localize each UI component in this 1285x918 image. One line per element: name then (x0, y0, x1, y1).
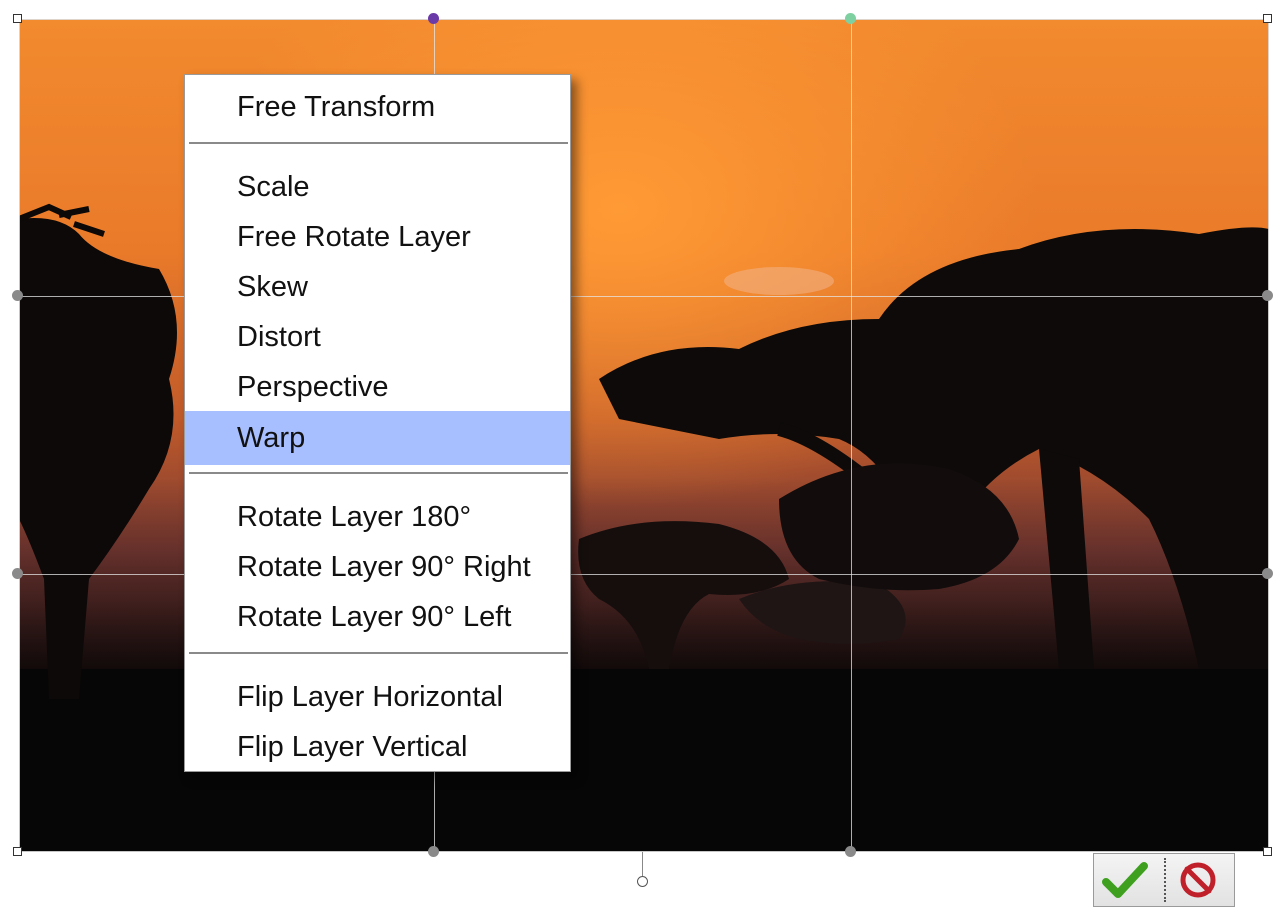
corner-handle-bottom-right[interactable] (1263, 847, 1272, 856)
menu-item-skew[interactable]: Skew (185, 262, 570, 312)
grid-line (851, 19, 852, 852)
check-icon (1102, 862, 1148, 898)
rotation-handle[interactable] (637, 876, 648, 887)
menu-item-perspective[interactable]: Perspective (185, 362, 570, 412)
left-handle-2[interactable] (12, 568, 23, 579)
commit-transform-button[interactable] (1094, 854, 1164, 906)
top-handle-1[interactable] (428, 13, 439, 24)
menu-item-free-transform[interactable]: Free Transform (185, 82, 570, 132)
bottom-handle-1[interactable] (428, 846, 439, 857)
no-entry-icon (1180, 862, 1216, 898)
menu-item-distort[interactable]: Distort (185, 312, 570, 362)
menu-item-scale[interactable]: Scale (185, 162, 570, 212)
cancel-transform-button[interactable] (1165, 854, 1235, 906)
right-handle-1[interactable] (1262, 290, 1273, 301)
top-handle-2[interactable] (845, 13, 856, 24)
menu-item-free-rotate-layer[interactable]: Free Rotate Layer (185, 212, 570, 262)
transform-context-menu: Free Transform Scale Free Rotate Layer S… (184, 74, 571, 772)
menu-separator (189, 652, 568, 654)
menu-item-rotate-90-left[interactable]: Rotate Layer 90° Left (185, 592, 570, 642)
rotation-stem (642, 852, 643, 876)
corner-handle-top-right[interactable] (1263, 14, 1272, 23)
menu-item-warp[interactable]: Warp (185, 411, 570, 465)
left-handle-1[interactable] (12, 290, 23, 301)
menu-item-flip-horizontal[interactable]: Flip Layer Horizontal (185, 672, 570, 722)
menu-item-rotate-180[interactable]: Rotate Layer 180° (185, 492, 570, 542)
menu-item-rotate-90-right[interactable]: Rotate Layer 90° Right (185, 542, 570, 592)
right-handle-2[interactable] (1262, 568, 1273, 579)
menu-separator (189, 472, 568, 474)
corner-handle-bottom-left[interactable] (13, 847, 22, 856)
menu-separator (189, 142, 568, 144)
menu-item-flip-vertical[interactable]: Flip Layer Vertical (185, 722, 570, 772)
transform-options-bar (1093, 853, 1235, 907)
corner-handle-top-left[interactable] (13, 14, 22, 23)
bottom-handle-2[interactable] (845, 846, 856, 857)
